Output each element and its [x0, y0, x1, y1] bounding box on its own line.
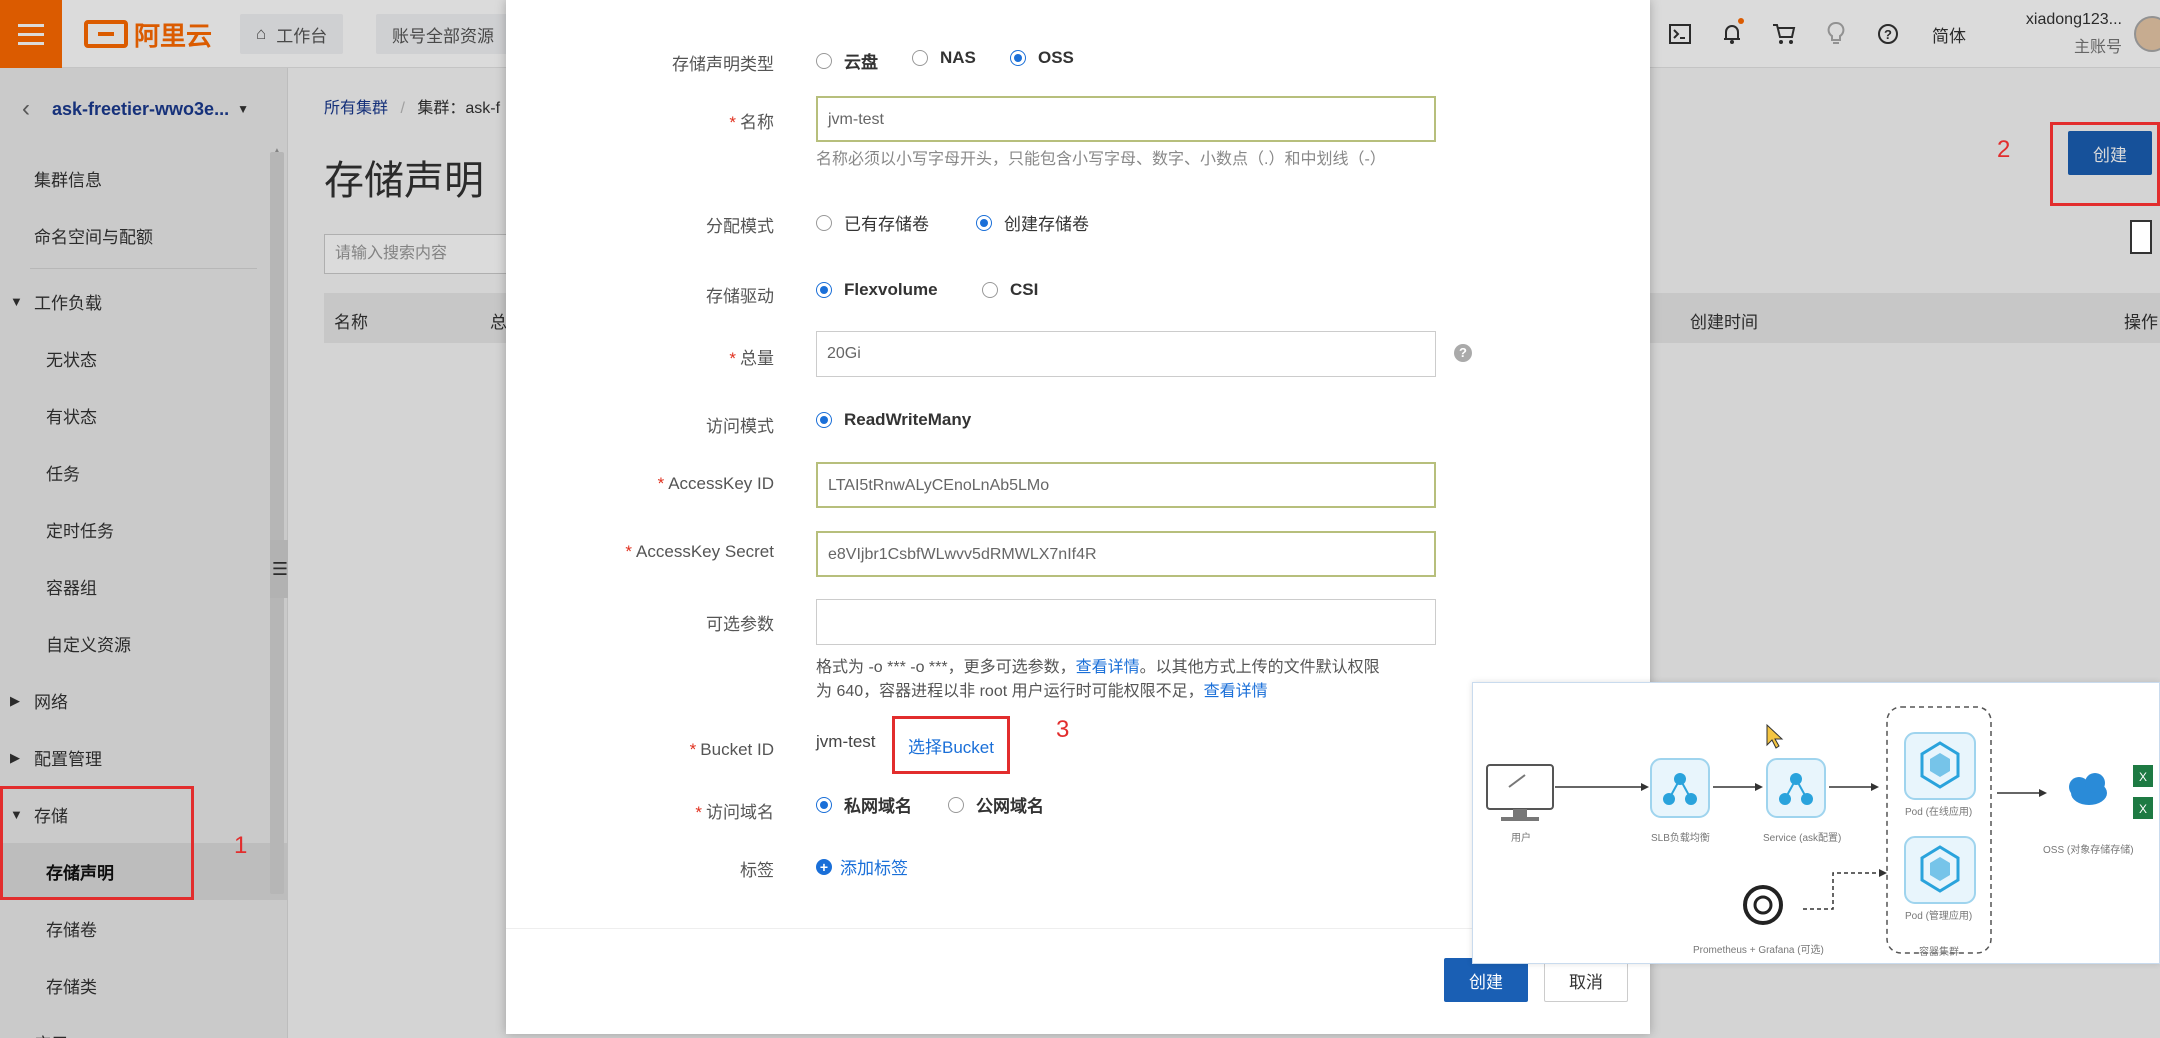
type-radio-oss-label: OSS — [1038, 48, 1074, 67]
diagram-label-service: Service (ask配置) — [1763, 833, 1842, 844]
radio-dot — [816, 282, 832, 298]
access-key-secret-input[interactable]: e8VIjbr1CsbfWLwvv5dRMWLX7nIf4R — [816, 531, 1436, 577]
name-label: * 名称 — [729, 113, 774, 132]
optional-hint-text2: 。以其他方式上传的文件默认权限 — [1139, 659, 1380, 676]
monitor-icon — [1486, 764, 1554, 821]
annotation-number-2: 2 — [1997, 136, 2011, 163]
type-radio-nas[interactable]: NAS — [912, 48, 976, 68]
access-radio-rwm[interactable]: ReadWriteMany — [816, 410, 971, 430]
type-radio-disk[interactable]: 云盘 — [816, 48, 878, 73]
driver-radio-flexvolume-label: Flexvolume — [844, 280, 938, 299]
diagram-label-pod-online: Pod (在线应用) — [1905, 807, 1973, 818]
diagram-label-pod-admin: Pod (管理应用) — [1905, 911, 1973, 922]
blank-rect — [2130, 220, 2152, 254]
optional-label: 可选参数 — [706, 615, 774, 634]
diagram-label-slb: SLB负载均衡 — [1651, 833, 1710, 844]
driver-radio-flexvolume[interactable]: Flexvolume — [816, 280, 938, 300]
total-input[interactable]: 20Gi — [816, 331, 1436, 377]
radio-dot — [976, 214, 992, 231]
optional-hint-line2: 为 640，容器进程以非 root 用户运行时可能权限不足，查看详情 — [816, 680, 1476, 704]
add-tag-button[interactable]: + 添加标签 — [816, 854, 908, 879]
diagram-label-oss: OSS (对象存储存储) — [2043, 845, 2134, 856]
alloc-radio-create[interactable]: 创建存储卷 — [976, 210, 1089, 235]
radio-dot — [982, 282, 998, 298]
radio-dot — [1010, 50, 1026, 66]
ak-id-label-text: AccessKey ID — [668, 474, 774, 493]
alloc-radio-create-label: 创建存储卷 — [1004, 215, 1089, 234]
question-icon[interactable]: ? — [1454, 344, 1472, 362]
radio-dot — [912, 50, 928, 66]
optional-hint-link2[interactable]: 查看详情 — [1204, 683, 1268, 700]
access-label: 访问模式 — [706, 417, 774, 436]
pod-online-icon — [1904, 732, 1976, 800]
domain-radio-private-label: 私网域名 — [844, 797, 912, 816]
radio-dot — [816, 52, 832, 69]
optional-hint: 格式为 -o *** -o ***，更多可选参数，查看详情。以其他方式上传的文件… — [816, 656, 1476, 704]
mouse-cursor-icon — [1766, 723, 1784, 749]
domain-radio-public-label: 公网域名 — [976, 797, 1044, 816]
diagram-label-grafana: Prometheus + Grafana (可选) — [1693, 945, 1824, 956]
tag-label: 标签 — [740, 861, 774, 880]
pod-admin-icon — [1904, 836, 1976, 904]
select-bucket-link[interactable]: 选择Bucket — [892, 716, 1010, 774]
total-label: * 总量 — [729, 349, 774, 368]
alloc-radio-existing[interactable]: 已有存储卷 — [816, 210, 929, 235]
driver-radio-csi-label: CSI — [1010, 280, 1039, 299]
access-radio-rwm-label: ReadWriteMany — [844, 410, 972, 429]
access-key-id-input[interactable]: LTAI5tRnwALyCEnoLnAb5LMo — [816, 462, 1436, 508]
diagram-label-user: 用户 — [1511, 833, 1531, 844]
slb-icon — [1650, 758, 1710, 818]
alloc-label: 分配模式 — [706, 217, 774, 236]
ak-secret-label: * AccessKey Secret — [625, 542, 774, 561]
domain-label: * 访问域名 — [695, 803, 774, 822]
annotation-number-1: 1 — [234, 832, 248, 859]
bucket-value: jvm-test — [816, 732, 876, 751]
type-radio-nas-label: NAS — [940, 48, 976, 67]
name-label-text: 名称 — [740, 113, 774, 132]
optional-hint-text3: 为 640，容器进程以非 root 用户运行时可能权限不足， — [816, 683, 1204, 700]
annotation-box-sidebar — [0, 786, 194, 900]
name-hint: 名称必须以小写字母开头，只能包含小写字母、数字、小数点（.）和中划线（-） — [816, 151, 1386, 168]
domain-label-text: 访问域名 — [706, 803, 774, 822]
radio-dot — [816, 796, 832, 813]
bucket-label-text: Bucket ID — [700, 740, 774, 759]
excel-file-icon: X X — [2133, 765, 2153, 819]
modal-create-button[interactable]: 创建 — [1444, 958, 1528, 1002]
architecture-diagram: X X — [1486, 706, 2153, 954]
optional-hint-link1[interactable]: 查看详情 — [1076, 659, 1140, 676]
oss-cloud-icon — [2069, 773, 2107, 805]
type-label: 存储声明类型 — [672, 55, 774, 74]
optional-hint-text1: 格式为 -o *** -o ***，更多可选参数， — [816, 659, 1076, 676]
total-label-text: 总量 — [740, 349, 774, 368]
add-tag-label: 添加标签 — [840, 859, 908, 878]
alloc-radio-existing-label: 已有存储卷 — [844, 215, 929, 234]
driver-radio-csi[interactable]: CSI — [982, 280, 1038, 300]
driver-label: 存储驱动 — [706, 287, 774, 306]
radio-dot — [816, 214, 832, 231]
annotation-box-create — [2050, 122, 2160, 206]
svg-text:X: X — [2139, 770, 2147, 784]
radio-dot — [816, 412, 832, 428]
optional-params-input[interactable] — [816, 599, 1436, 645]
ak-secret-label-text: AccessKey Secret — [636, 542, 774, 561]
modal-cancel-button[interactable]: 取消 — [1544, 958, 1628, 1002]
type-radio-disk-label: 云盘 — [844, 53, 878, 72]
domain-radio-private[interactable]: 私网域名 — [816, 792, 912, 817]
radio-dot — [948, 796, 964, 813]
optional-hint-line1: 格式为 -o *** -o ***，更多可选参数，查看详情。以其他方式上传的文件… — [816, 656, 1476, 680]
bucket-label: * Bucket ID — [689, 740, 774, 759]
type-radio-oss[interactable]: OSS — [1010, 48, 1074, 68]
diagram-label-cluster: 容器集群 — [1919, 947, 1959, 958]
plus-circle-icon: + — [816, 858, 832, 875]
architecture-diagram-popup: X X 用户 SLB负载均衡 Service (ask配置) Pod (在线应用… — [1472, 682, 2160, 964]
ak-id-label: * AccessKey ID — [657, 474, 774, 493]
domain-radio-public[interactable]: 公网域名 — [948, 792, 1044, 817]
annotation-number-3: 3 — [1056, 716, 1070, 743]
grafana-icon — [1743, 885, 1783, 925]
name-input[interactable]: jvm-test — [816, 96, 1436, 142]
svg-text:X: X — [2139, 802, 2147, 816]
service-icon — [1766, 758, 1826, 818]
